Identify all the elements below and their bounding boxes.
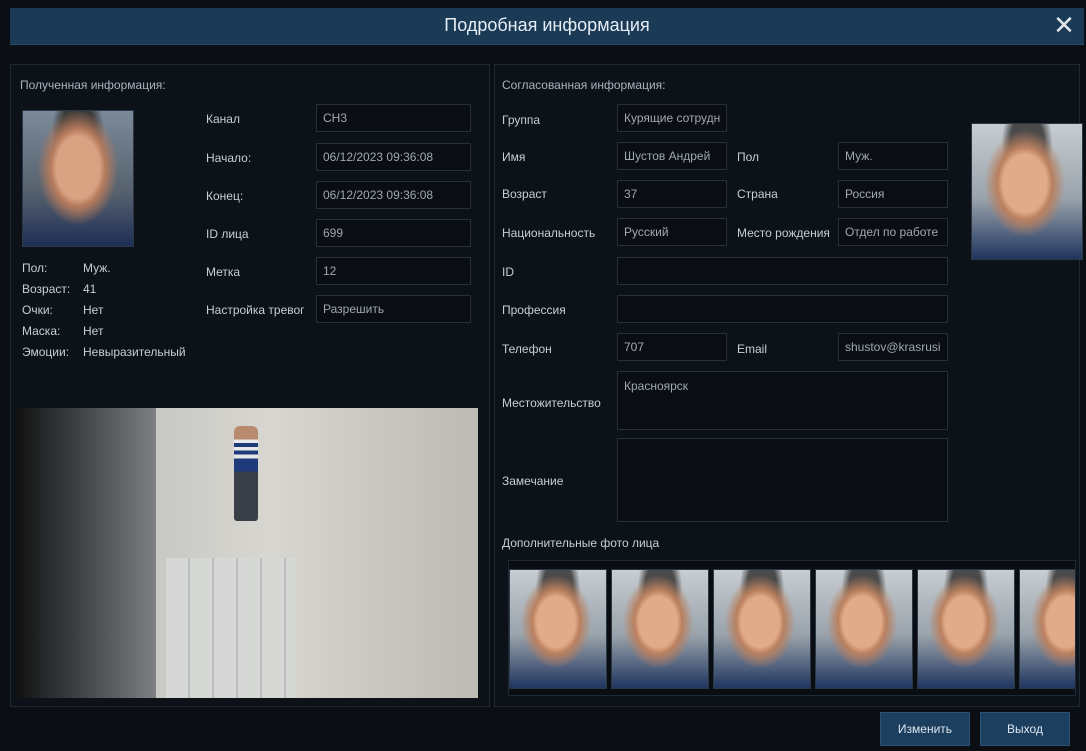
attr-value-emotion: Невыразительный	[83, 345, 186, 359]
end-label: Конец:	[206, 189, 244, 203]
start-field[interactable]: 06/12/2023 09:36:08	[316, 143, 471, 171]
window-title: Подробная информация	[444, 15, 650, 35]
age-label: Возраст	[502, 187, 547, 201]
attr-value-glasses: Нет	[83, 303, 104, 317]
edit-button[interactable]: Изменить	[880, 712, 970, 746]
extra-face-photo[interactable]	[917, 569, 1015, 689]
attr-label-emotion: Эмоции:	[22, 345, 70, 359]
matched-section-title: Согласованная информация:	[502, 78, 666, 92]
country-label: Страна	[737, 187, 778, 201]
close-icon[interactable]: ✕	[1050, 12, 1078, 40]
gender-field[interactable]: Муж.	[838, 142, 948, 170]
title-bar: Подробная информация ✕	[10, 8, 1084, 45]
residence-field[interactable]: Красноярск	[617, 371, 948, 430]
email-field[interactable]: shustov@krasrusi	[838, 333, 948, 361]
profession-field[interactable]	[617, 295, 948, 323]
nationality-field[interactable]: Русский	[617, 218, 727, 246]
exit-button[interactable]: Выход	[980, 712, 1070, 746]
attr-value-age: 41	[83, 282, 97, 296]
age-field[interactable]: 37	[617, 180, 727, 208]
birthplace-label: Место рождения	[737, 226, 830, 240]
captured-face-photo	[22, 110, 134, 247]
alarm-label: Настройка тревог	[206, 303, 305, 317]
face-id-label: ID лица	[206, 227, 249, 241]
name-label: Имя	[502, 150, 526, 164]
remark-label: Замечание	[502, 474, 564, 488]
birthplace-field[interactable]: Отдел по работе	[838, 218, 948, 246]
mark-field[interactable]: 12	[316, 257, 471, 285]
received-section-title: Полученная информация:	[20, 78, 166, 92]
gender-label: Пол	[737, 150, 760, 164]
extra-face-photo[interactable]	[713, 569, 811, 689]
residence-label: Местожительство	[502, 396, 601, 410]
end-field[interactable]: 06/12/2023 09:36:08	[316, 181, 471, 209]
id-field[interactable]	[617, 257, 948, 285]
phone-label: Телефон	[502, 342, 552, 356]
group-field[interactable]: Курящие сотрудн	[617, 104, 727, 132]
channel-field[interactable]: CH3	[316, 104, 471, 132]
attr-label-glasses: Очки:	[22, 303, 53, 317]
extra-face-photo[interactable]	[509, 569, 607, 689]
phone-field[interactable]: 707	[617, 333, 727, 361]
group-label: Группа	[502, 113, 541, 127]
extra-face-photo[interactable]	[815, 569, 913, 689]
id-label: ID	[502, 265, 514, 279]
remark-field[interactable]	[617, 438, 948, 522]
start-label: Начало:	[206, 151, 252, 165]
attr-label-gender: Пол:	[22, 261, 48, 275]
alarm-field[interactable]: Разрешить	[316, 295, 471, 323]
extra-face-photo[interactable]	[611, 569, 709, 689]
attr-value-mask: Нет	[83, 324, 104, 338]
camera-snapshot	[16, 408, 478, 698]
channel-label: Канал	[206, 112, 240, 126]
extra-face-photo[interactable]	[1019, 569, 1075, 689]
profession-label: Профессия	[502, 303, 566, 317]
attr-label-mask: Маска:	[22, 324, 61, 338]
email-label: Email	[737, 342, 768, 356]
nationality-label: Национальность	[502, 226, 596, 240]
name-field[interactable]: Шустов Андрей	[617, 142, 727, 170]
mark-label: Метка	[206, 265, 241, 279]
database-face-photo	[971, 123, 1083, 260]
attr-value-gender: Муж.	[83, 261, 111, 275]
face-id-field[interactable]: 699	[316, 219, 471, 247]
attr-label-age: Возраст:	[22, 282, 71, 296]
extra-photos-title: Дополнительные фото лица	[502, 536, 660, 550]
extra-photos-strip[interactable]	[508, 560, 1076, 696]
country-field[interactable]: Россия	[838, 180, 948, 208]
